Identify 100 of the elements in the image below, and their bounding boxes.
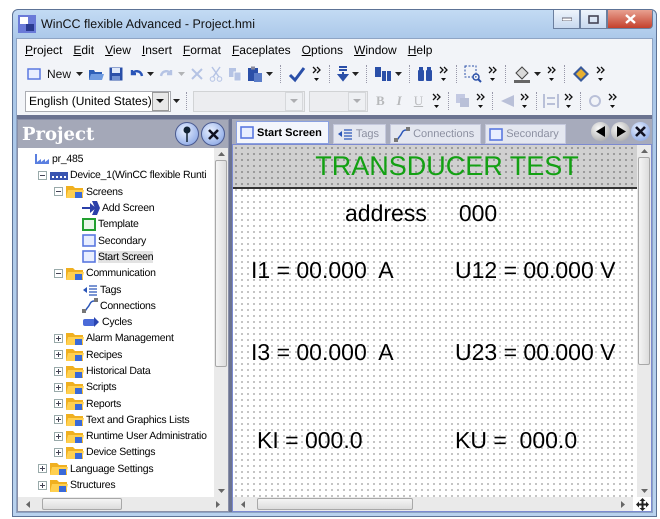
save-icon[interactable] (109, 67, 124, 81)
connection-icon (394, 126, 410, 142)
menu-item[interactable]: Options (298, 43, 350, 57)
binoculars-icon[interactable] (417, 66, 434, 82)
check-icon[interactable] (288, 65, 306, 83)
menu-item[interactable]: Insert (138, 43, 179, 57)
overflow-icon[interactable] (547, 66, 556, 82)
expand-icon[interactable] (54, 334, 63, 343)
tree-item[interactable]: Template (98, 218, 139, 230)
scroll-right-icon[interactable] (621, 500, 625, 508)
overflow-icon[interactable] (488, 66, 498, 82)
tree-item[interactable]: Tags (100, 284, 122, 296)
expand-icon[interactable] (54, 366, 63, 376)
menu-item[interactable]: View (101, 43, 138, 57)
scroll-right-icon[interactable] (216, 500, 220, 508)
download-icon[interactable] (337, 66, 350, 82)
tree-item[interactable]: Runtime User Administratio (86, 430, 207, 442)
move-icon[interactable] (636, 498, 649, 510)
dropdown-arrow-icon[interactable] (173, 99, 180, 103)
expand-icon[interactable] (38, 480, 47, 490)
expand-icon[interactable] (54, 432, 63, 441)
dropdown-arrow-icon (353, 99, 361, 103)
plant-icon (34, 153, 50, 166)
close-panel-button[interactable] (201, 122, 225, 146)
scroll-down-icon[interactable] (218, 489, 224, 493)
dropdown-arrow-icon[interactable] (266, 72, 274, 76)
dropdown-arrow-icon[interactable] (395, 72, 402, 76)
clipboard-icon[interactable] (247, 66, 264, 82)
overflow-icon[interactable] (312, 66, 322, 82)
menu-item[interactable]: Faceplates (228, 43, 298, 57)
tree-item[interactable]: Start Screen (98, 250, 154, 263)
tree-item[interactable]: Cycles (102, 316, 132, 328)
tree-item[interactable]: Structures (70, 479, 116, 492)
expand-icon[interactable] (38, 464, 47, 474)
previous-button[interactable] (591, 122, 610, 141)
overflow-icon[interactable] (439, 66, 448, 82)
next-button[interactable] (611, 122, 630, 141)
overflow-icon[interactable] (596, 66, 606, 82)
tree-item[interactable]: Text and Graphics Lists (86, 414, 190, 426)
dropdown-arrow-icon[interactable] (534, 72, 542, 76)
folder-icon (66, 428, 84, 444)
tree-item[interactable]: Recipes (86, 348, 122, 361)
dropdown-arrow-icon[interactable] (76, 72, 84, 76)
tree-item[interactable]: Device Settings (86, 446, 156, 458)
scrollbar[interactable] (214, 148, 228, 497)
tree-item[interactable]: Screens (86, 186, 123, 198)
expand-icon[interactable] (54, 415, 63, 424)
paint-bucket-icon[interactable] (513, 65, 532, 83)
close-button[interactable] (607, 10, 653, 29)
scrollbar[interactable] (18, 497, 228, 511)
devices-icon[interactable] (374, 66, 392, 82)
zoom-selection-icon[interactable] (464, 65, 482, 83)
tree-item[interactable]: Communication (86, 267, 156, 280)
menu-item[interactable]: Help (404, 43, 440, 57)
scrollbar[interactable] (637, 145, 651, 497)
tree-item[interactable]: Reports (86, 398, 122, 410)
collapse-icon[interactable] (54, 268, 63, 278)
tree-item[interactable]: Scripts (86, 381, 116, 394)
expand-icon[interactable] (54, 382, 63, 392)
collapse-icon[interactable] (54, 187, 63, 196)
tree-item[interactable]: Language Settings (70, 462, 154, 475)
add-screen-icon (82, 201, 100, 216)
tree-item[interactable]: Add Screen (102, 202, 154, 214)
folder-icon[interactable] (88, 67, 104, 81)
expand-icon[interactable] (54, 399, 63, 408)
menu-item[interactable]: Project (21, 43, 70, 57)
tree-item[interactable]: Historical Data (86, 365, 151, 377)
scroll-up-icon[interactable] (218, 152, 224, 156)
reading-field: KI = 000.0 (257, 427, 455, 497)
collapse-icon[interactable] (38, 170, 47, 180)
overflow-icon[interactable] (608, 93, 618, 109)
expand-icon[interactable] (54, 350, 63, 360)
maximize-button[interactable] (580, 10, 607, 29)
editor-tab[interactable]: Start Screen (236, 121, 329, 144)
tree-item[interactable]: Alarm Management (86, 332, 174, 344)
tree-item[interactable]: pr_485 (52, 153, 84, 166)
dropdown-arrow-icon[interactable] (147, 72, 154, 76)
scroll-left-icon[interactable] (241, 500, 245, 508)
tree-item[interactable]: Device_1(WinCC flexible Runti (70, 169, 206, 182)
menu-item[interactable]: Edit (69, 43, 102, 57)
scroll-up-icon[interactable] (640, 149, 648, 153)
scroll-left-icon[interactable] (26, 500, 30, 508)
expand-icon[interactable] (54, 448, 63, 457)
book-icon[interactable] (572, 65, 590, 83)
scroll-down-icon[interactable] (640, 489, 648, 493)
menu-item[interactable]: Window (350, 43, 404, 57)
scrollbar[interactable] (233, 497, 633, 511)
overflow-icon[interactable] (520, 93, 530, 109)
overflow-icon[interactable] (432, 93, 442, 109)
dropdown-field[interactable]: English (United States) (25, 90, 171, 112)
dropdown-arrow-icon[interactable] (352, 72, 360, 76)
tree-item[interactable]: Secondary (98, 234, 146, 247)
pin-button[interactable] (175, 122, 199, 146)
menu-item[interactable]: Format (178, 43, 228, 57)
minimize-button[interactable] (553, 10, 580, 29)
new-button[interactable]: New (25, 67, 74, 81)
overflow-icon[interactable] (564, 93, 574, 109)
overflow-icon[interactable] (476, 93, 486, 109)
tree-item[interactable]: Connections (100, 300, 156, 312)
close-editor-button[interactable] (631, 122, 650, 141)
